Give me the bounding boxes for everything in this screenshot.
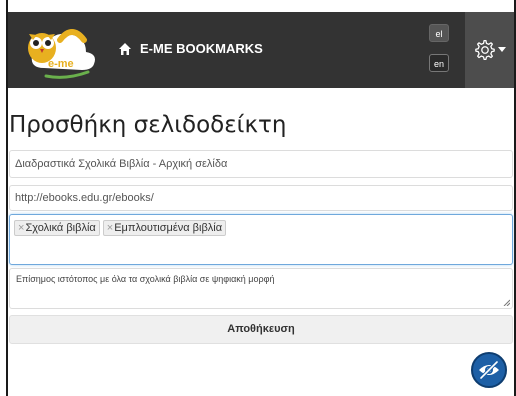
tag-remove-icon[interactable]: × [18,222,24,234]
tag-chip: ×Σχολικά βιβλία [14,220,100,236]
accessibility-toggle-button[interactable] [471,352,507,388]
tag-label: Σχολικά βιβλία [25,222,96,234]
eye-slash-icon [479,360,499,380]
settings-dropdown-button[interactable] [465,12,514,88]
save-button[interactable]: Αποθήκευση [9,315,513,344]
tags-input[interactable]: ×Σχολικά βιβλία ×Εμπλουτισμένα βιβλία [9,214,513,265]
tag-chip: ×Εμπλουτισμένα βιβλία [102,220,227,236]
home-icon [119,42,131,55]
description-text: Επίσημος ιστότοπος με όλα τα σχολικά βιβ… [16,274,275,284]
page-title: Προσθήκη σελιδοδείκτη [9,112,287,138]
language-en-button[interactable]: en [429,54,449,72]
description-textarea[interactable]: Επίσημος ιστότοπος με όλα τα σχολικά βιβ… [9,268,513,309]
caret-down-icon [497,47,506,52]
bookmark-url-input[interactable]: http://ebooks.edu.gr/ebooks/ [9,185,513,211]
bookmark-title-input[interactable]: Διαδραστικά Σχολικά Βιβλία - Αρχική σελί… [9,150,513,178]
logo-graphic [28,29,95,79]
brand-link[interactable]: E-ME BOOKMARKS [118,41,263,56]
tag-label: Εμπλουτισμένα βιβλία [114,222,223,234]
top-navbar: e-me E-ME BOOKMARKS el en [8,12,514,88]
brand-label: E-ME BOOKMARKS [140,41,263,56]
gear-icon [474,40,495,60]
tag-remove-icon[interactable]: × [107,222,113,234]
language-el-button[interactable]: el [429,24,449,42]
e-me-logo[interactable]: e-me [16,18,100,80]
resize-handle-icon[interactable] [502,298,510,306]
logo-text: e-me [48,58,74,70]
